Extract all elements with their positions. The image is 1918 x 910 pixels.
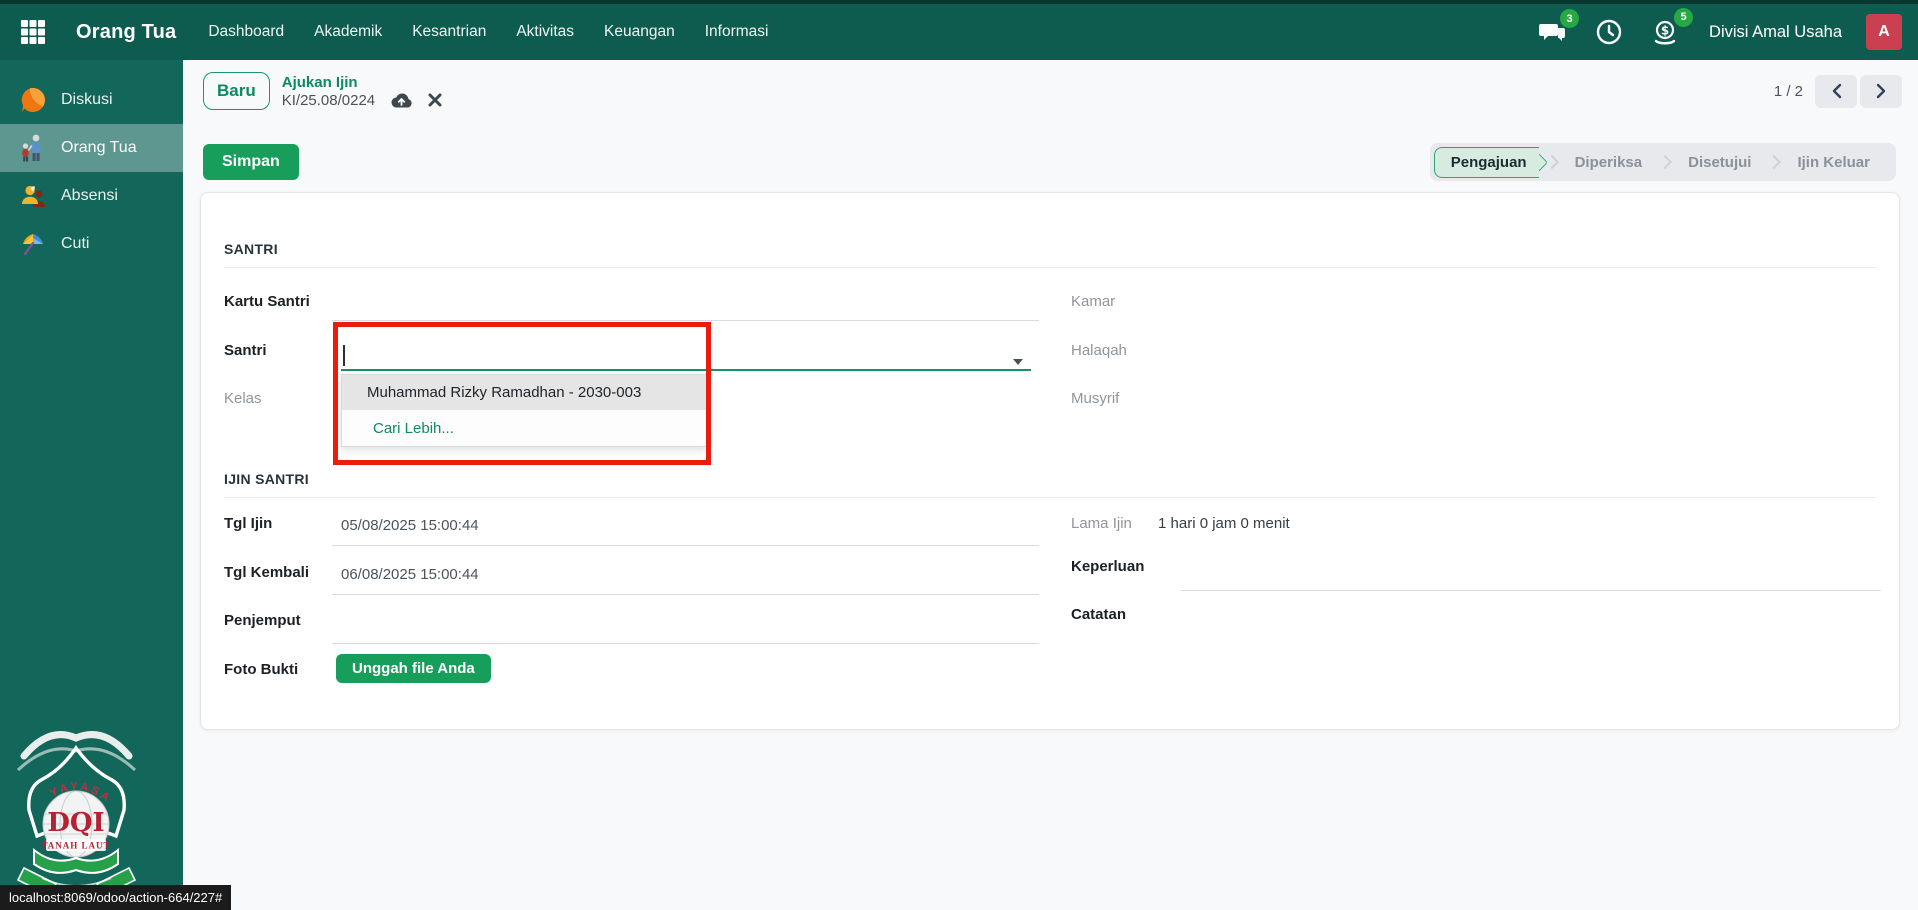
activities-clock-button[interactable] — [1593, 16, 1625, 48]
activities-badge: 5 — [1674, 8, 1693, 27]
apps-grid-icon[interactable] — [16, 15, 50, 49]
tgl-ijin-input[interactable]: 05/08/2025 15:00:44 — [341, 517, 479, 534]
penjemput-field[interactable] — [332, 643, 1039, 644]
dropdown-option-santri[interactable]: Muhammad Rizky Ramadhan - 2030-003 — [342, 375, 706, 410]
dropdown-search-more[interactable]: Cari Lebih... — [342, 410, 706, 446]
section-divider — [224, 267, 1876, 268]
top-navbar: Orang Tua Dashboard Akademik Kesantrian … — [0, 0, 1918, 60]
company-name[interactable]: Divisi Amal Usaha — [1709, 23, 1842, 42]
kartu-santri-field[interactable] — [332, 320, 1039, 321]
santri-label: Santri — [224, 342, 267, 359]
section-title-santri: SANTRI — [224, 241, 278, 257]
messages-button[interactable]: 3 — [1535, 17, 1569, 47]
svg-text:TANAH LAUT: TANAH LAUT — [41, 841, 110, 851]
tgl-kembali-underline — [332, 594, 1039, 595]
sidebar-item-absensi[interactable]: Absensi — [0, 172, 183, 220]
sidebar-item-label: Absensi — [61, 187, 118, 205]
step-ijin-keluar[interactable]: Ijin Keluar — [1781, 154, 1886, 171]
save-cloud-icon[interactable] — [390, 92, 413, 109]
section-title-ijin-santri: IJIN SANTRI — [224, 471, 309, 487]
foundation-logo: YAYASAN DQI TANAH LAUT — [4, 718, 149, 898]
keperluan-label: Keperluan — [1071, 558, 1144, 575]
statusbar-steps: Pengajuan Diperiksa Disetujui Ijin Kelua… — [1430, 143, 1896, 181]
record-reference: KI/25.08/0224 — [282, 92, 375, 109]
upload-file-button[interactable]: Unggah file Anda — [336, 654, 491, 683]
svg-text:$: $ — [1661, 23, 1669, 37]
sidebar-item-label: Orang Tua — [61, 139, 137, 157]
kelas-label: Kelas — [224, 390, 262, 407]
kartu-santri-label: Kartu Santri — [224, 293, 310, 310]
svg-text:DQI: DQI — [47, 808, 104, 838]
pager-counter: 1 / 2 — [1774, 83, 1803, 100]
tgl-kembali-input[interactable]: 06/08/2025 15:00:44 — [341, 566, 479, 583]
step-separator-icon — [1767, 155, 1781, 169]
santri-autocomplete-dropdown: Muhammad Rizky Ramadhan - 2030-003 Cari … — [341, 374, 707, 447]
nav-dashboard[interactable]: Dashboard — [208, 23, 284, 41]
form-sheet: SANTRI Kartu Santri Santri Kelas Kamar H… — [200, 192, 1900, 730]
record-status-badge: Baru — [203, 72, 270, 110]
tgl-ijin-label: Tgl Ijin — [224, 515, 272, 532]
main-menu: Dashboard Akademik Kesantrian Aktivitas … — [208, 23, 768, 41]
sidebar-item-label: Diskusi — [61, 91, 113, 109]
sidebar-item-orang-tua[interactable]: Orang Tua — [0, 124, 183, 172]
chevron-right-icon — [1876, 83, 1887, 99]
section-divider — [224, 497, 1876, 498]
lama-ijin-value: 1 hari 0 jam 0 menit — [1158, 515, 1290, 532]
step-separator-icon — [1658, 155, 1672, 169]
dropdown-caret-icon[interactable] — [1013, 359, 1023, 365]
nav-informasi[interactable]: Informasi — [705, 23, 769, 41]
nav-aktivitas[interactable]: Aktivitas — [516, 23, 574, 41]
text-cursor — [343, 345, 345, 366]
keperluan-field[interactable] — [1181, 590, 1881, 591]
discuss-icon — [18, 85, 48, 115]
breadcrumb-parent-link[interactable]: Ajukan Ijin — [282, 74, 442, 91]
nav-keuangan[interactable]: Keuangan — [604, 23, 675, 41]
lama-ijin-label: Lama Ijin — [1071, 515, 1132, 532]
musyrif-label: Musyrif — [1071, 390, 1119, 407]
umbrella-icon — [18, 229, 48, 259]
record-pager: 1 / 2 — [1774, 75, 1902, 108]
clock-icon — [1596, 19, 1622, 45]
messages-badge: 3 — [1560, 9, 1579, 28]
tgl-kembali-label: Tgl Kembali — [224, 564, 309, 581]
user-avatar[interactable]: A — [1866, 14, 1902, 50]
expenses-button[interactable]: $ 5 — [1649, 16, 1683, 49]
penjemput-label: Penjemput — [224, 612, 301, 629]
main-content: Baru Ajukan Ijin KI/25.08/0224 1 / 2 — [183, 60, 1918, 910]
grid-icon — [20, 19, 46, 45]
sidebar-item-label: Cuti — [61, 235, 89, 253]
nav-akademik[interactable]: Akademik — [314, 23, 382, 41]
catatan-label: Catatan — [1071, 606, 1126, 623]
statusbar-url: localhost:8069/odoo/action-664/227# — [0, 885, 231, 910]
app-title[interactable]: Orang Tua — [76, 21, 176, 44]
tgl-ijin-underline — [332, 545, 1039, 546]
chevron-left-icon — [1831, 83, 1842, 99]
santri-input[interactable] — [341, 369, 1031, 371]
sidebar: Diskusi Orang Tua — [0, 60, 183, 910]
attendance-icon — [18, 181, 48, 211]
halaqah-label: Halaqah — [1071, 342, 1127, 359]
nav-kesantrian[interactable]: Kesantrian — [412, 23, 486, 41]
pager-previous-button[interactable] — [1815, 75, 1857, 108]
sidebar-item-cuti[interactable]: Cuti — [0, 220, 183, 268]
step-diperiksa[interactable]: Diperiksa — [1559, 154, 1659, 171]
step-disetujui[interactable]: Disetujui — [1672, 154, 1767, 171]
kamar-label: Kamar — [1071, 293, 1115, 310]
foto-bukti-label: Foto Bukti — [224, 661, 298, 678]
breadcrumb: Baru Ajukan Ijin KI/25.08/0224 1 / 2 — [203, 68, 1902, 114]
app-window: Orang Tua Dashboard Akademik Kesantrian … — [0, 0, 1918, 910]
sidebar-item-diskusi[interactable]: Diskusi — [0, 76, 183, 124]
form-controls: Simpan Pengajuan Diperiksa Disetujui Iji… — [203, 142, 1896, 182]
parents-icon — [18, 133, 48, 163]
save-button[interactable]: Simpan — [203, 144, 299, 180]
discard-x-icon[interactable] — [428, 93, 442, 107]
step-pengajuan[interactable]: Pengajuan — [1434, 147, 1539, 178]
pager-next-button[interactable] — [1860, 75, 1902, 108]
